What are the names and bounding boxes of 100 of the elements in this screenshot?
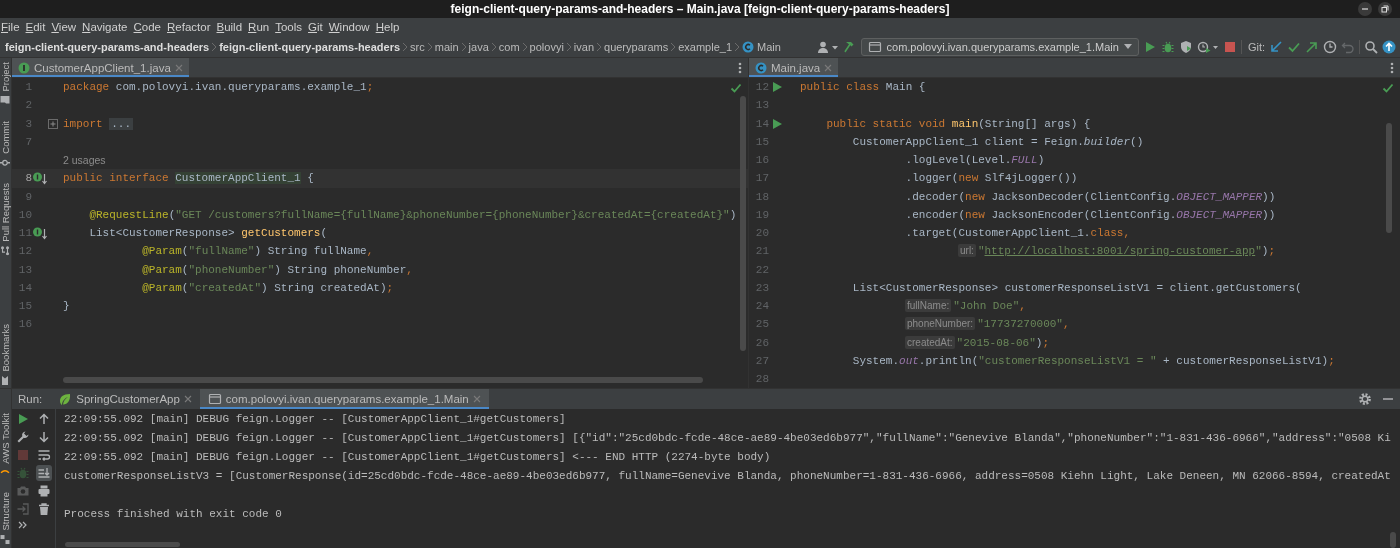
console-line: 22:09:55.092 [main] DEBUG feign.Logger -- [CustomerAppClient_1#getCustomers]: [64, 412, 567, 427]
menu-item[interactable]: File: [1, 21, 20, 33]
scrollbar[interactable]: [65, 542, 180, 547]
shield-icon[interactable]: [1178, 39, 1193, 54]
scrollbar[interactable]: [1386, 123, 1392, 233]
menu-item[interactable]: Tools: [275, 21, 303, 33]
menu-item[interactable]: Navigate: [82, 21, 128, 33]
chevron-icon: [460, 41, 467, 52]
line-number: 12: [17, 245, 32, 258]
check-icon: [730, 82, 742, 94]
minimize-button[interactable]: [1358, 2, 1372, 16]
breadcrumb[interactable]: Main: [742, 40, 781, 53]
code-line: public static void main(String[] args) {: [825, 117, 1091, 130]
arrow-icon[interactable]: [1305, 39, 1319, 54]
breadcrumb[interactable]: java: [468, 40, 489, 53]
window-title: feign-client-query-params-and-headers – Main.java [feign-client-query-params-headers]: [449, 2, 951, 16]
usages-hint[interactable]: 2 usages: [60, 154, 106, 167]
chevron-icon: [402, 41, 409, 52]
search-icon[interactable]: [1364, 39, 1378, 54]
restore-button[interactable]: [1378, 2, 1392, 16]
run-tab[interactable]: SpringCustomerApp: [50, 389, 200, 409]
line-number: 16: [754, 154, 769, 167]
settings-icon[interactable]: [1358, 392, 1372, 406]
more-icon[interactable]: [738, 60, 742, 75]
line-number: 10: [17, 208, 32, 221]
close-icon[interactable]: [183, 395, 192, 403]
breadcrumb[interactable]: com: [498, 40, 520, 53]
run-configuration-dropdown[interactable]: com.polovyi.ivan.queryparams.example_1.Main: [860, 37, 1139, 56]
code-line: @RequestLine("GET /customers?fullName={fullName}&phoneNumber={phoneNumber}&createdAt={createdAt}"): [88, 208, 737, 221]
hammer-icon[interactable]: [842, 39, 857, 54]
menu-item[interactable]: View: [51, 21, 77, 33]
commit-icon: [0, 157, 11, 168]
implementation-icon[interactable]: [32, 226, 48, 241]
menu-item[interactable]: Git: [308, 21, 323, 33]
printer-icon[interactable]: [36, 483, 52, 499]
line-number: 14: [17, 281, 32, 294]
minimize-icon: [1361, 5, 1369, 13]
line-number: 19: [754, 208, 769, 221]
gauge-icon[interactable]: [1196, 39, 1219, 54]
code-line: url: "http://localhost:8001/spring-customer-app");: [957, 245, 1275, 258]
breadcrumb[interactable]: src: [410, 40, 425, 53]
run-tab[interactable]: com.polovyi.ivan.queryparams.example_1.Main: [199, 389, 489, 409]
breadcrumb[interactable]: feign-client-query-params-and-headers: [5, 40, 210, 53]
panel-label: Run:: [17, 393, 44, 405]
caret-icon: [1123, 44, 1132, 49]
scrollbar[interactable]: [740, 96, 746, 351]
chevron-icon: [426, 41, 433, 52]
run-icon[interactable]: [770, 80, 784, 95]
tool-window-button[interactable]: Project: [0, 60, 11, 107]
line-number: 28: [754, 373, 769, 386]
application-icon: [207, 392, 222, 406]
run-icon[interactable]: [770, 116, 784, 131]
code-line: .logLevel(Level.FULL): [904, 154, 1045, 167]
breadcrumb[interactable]: polovyi: [529, 40, 564, 53]
tool-window-button[interactable]: Structure: [0, 489, 11, 547]
chevron-icon: [596, 41, 602, 52]
breadcrumb[interactable]: feign-client-query-params-headers: [219, 40, 401, 53]
menu-item[interactable]: Edit: [25, 21, 46, 33]
tool-window-button[interactable]: Commit: [0, 118, 11, 170]
tool-window-button[interactable]: AWS Toolkit: [0, 411, 11, 478]
code-line: }: [62, 300, 70, 313]
code-line: System.out.println("customerResponseListV1 = " + customerResponseListV1);: [851, 354, 1335, 367]
line-number: 15: [754, 135, 769, 148]
update-icon[interactable]: [1382, 39, 1396, 54]
arrow-icon[interactable]: [1269, 39, 1283, 54]
editor-tab[interactable]: CustomerAppClient_1.java: [12, 58, 189, 77]
menu-item[interactable]: Window: [328, 21, 370, 33]
fold-icon[interactable]: [48, 118, 58, 129]
bug-icon[interactable]: [1160, 39, 1175, 54]
tool-window-button[interactable]: Bookmarks: [0, 322, 11, 388]
breadcrumb[interactable]: example_1: [678, 40, 733, 53]
scrollbar[interactable]: [1390, 532, 1396, 548]
breadcrumb[interactable]: ivan: [573, 40, 594, 53]
stop-icon[interactable]: [1222, 39, 1237, 54]
folder-icon: [0, 95, 11, 105]
scrollbar[interactable]: [63, 377, 703, 383]
line-number: 20: [754, 227, 769, 240]
scroll-end-icon[interactable]: [36, 465, 52, 481]
more-icon[interactable]: [1390, 60, 1394, 75]
menu-item[interactable]: Build: [216, 21, 243, 33]
breadcrumb[interactable]: main: [434, 40, 459, 53]
menu-item[interactable]: Refactor: [167, 21, 211, 33]
menu-item[interactable]: Run: [248, 21, 270, 33]
line-number: 25: [754, 318, 769, 331]
chevron-icon: [521, 41, 528, 52]
clock-icon[interactable]: [1323, 39, 1337, 54]
line-number: 18: [754, 190, 769, 203]
editor-tab[interactable]: Main.java: [749, 58, 839, 77]
code-line: fullName: "John Doe",: [904, 300, 1026, 313]
tool-window-button[interactable]: Pull Requests: [0, 181, 11, 258]
menu-item[interactable]: Help: [375, 21, 400, 33]
menu-item[interactable]: Code: [133, 21, 161, 33]
wrap-icon[interactable]: [36, 447, 52, 463]
trash-icon[interactable]: [36, 501, 52, 517]
user-icon[interactable]: [816, 39, 839, 54]
line-number: 27: [754, 354, 769, 367]
implementation-icon[interactable]: [32, 171, 48, 186]
breadcrumb[interactable]: queryparams: [604, 40, 669, 53]
chevron-icon: [565, 41, 572, 52]
chevron-icon: [734, 41, 741, 52]
